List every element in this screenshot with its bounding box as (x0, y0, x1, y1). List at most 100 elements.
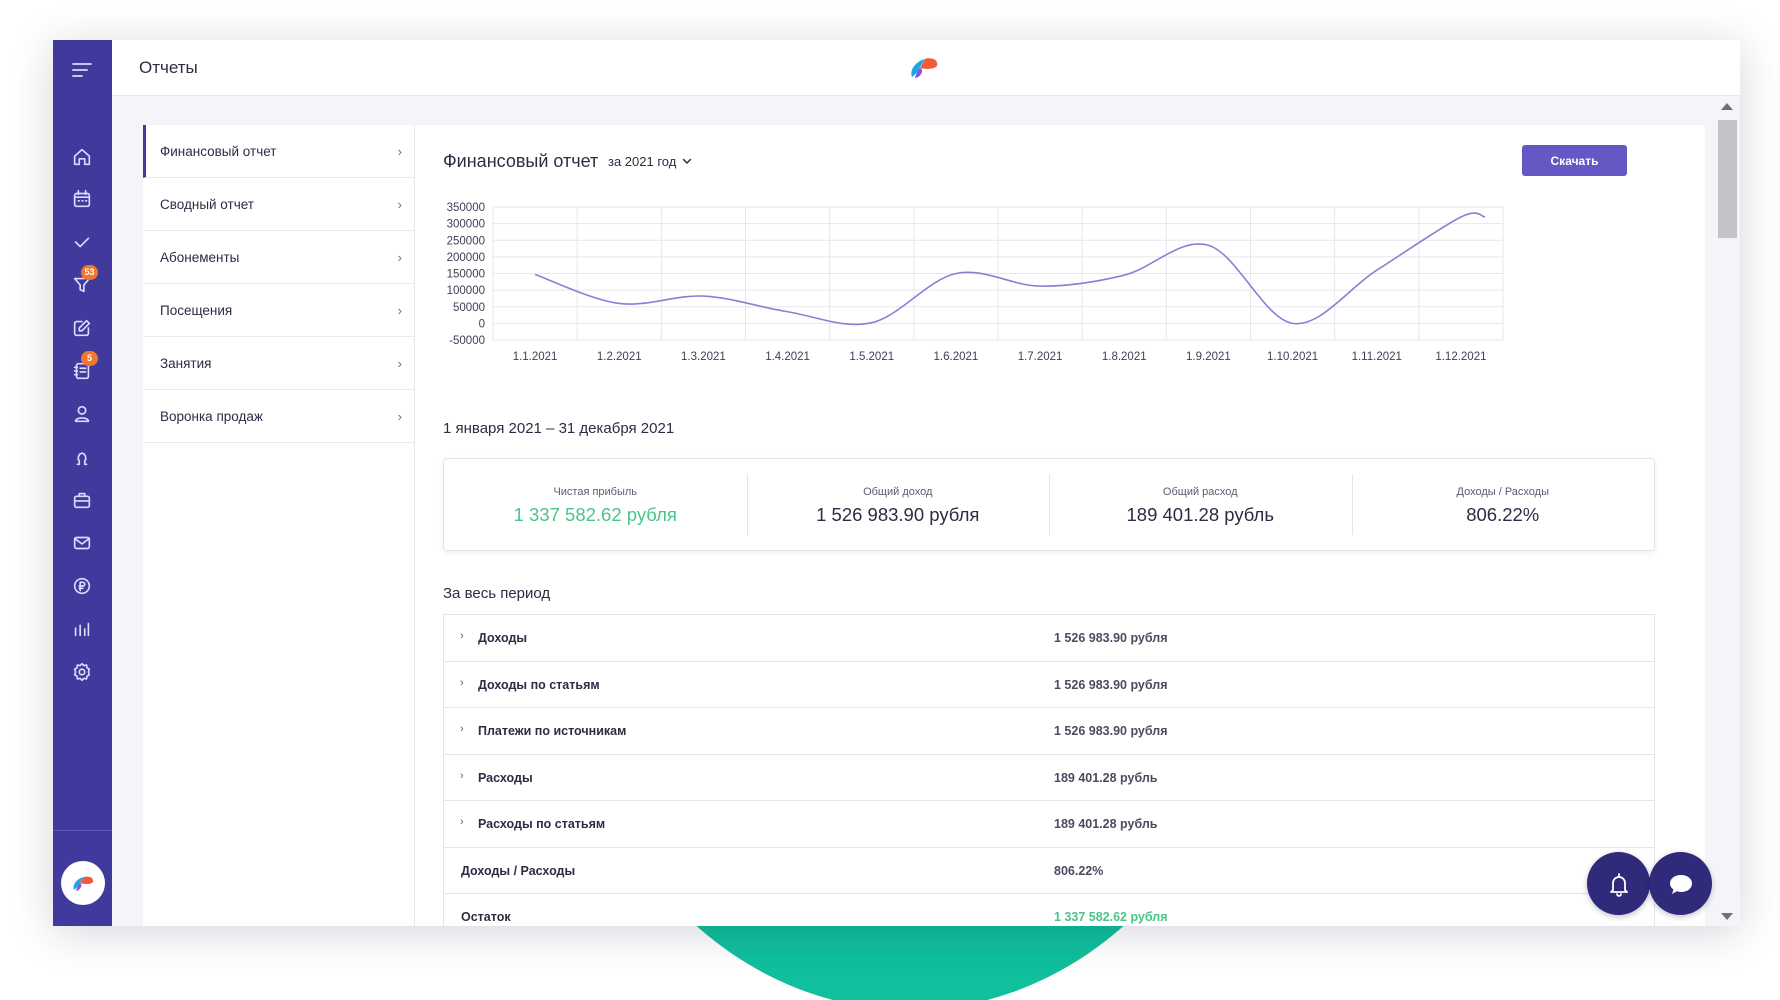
scrollbar-thumb[interactable] (1718, 120, 1737, 238)
chevron-right-icon: › (397, 409, 402, 424)
row-amount: 189 401.28 рубль (1054, 770, 1158, 785)
top-bar: Отчеты (112, 40, 1740, 96)
section-title: За весь период (443, 585, 551, 602)
summary-value: 189 401.28 рубль (1126, 504, 1274, 525)
submenu-item-classes[interactable]: Занятия › (143, 337, 414, 390)
user-icon[interactable] (70, 402, 94, 426)
summary-caption: Доходы / Расходы (1456, 486, 1549, 498)
scroll-down-arrow-icon[interactable] (1721, 913, 1733, 920)
submenu-item-label: Абонементы (160, 249, 240, 265)
app-window: 53 5 Отчеты Финансовый отчет › Сводный о… (53, 40, 1740, 926)
submenu-item-visits[interactable]: Посещения › (143, 284, 414, 337)
table-row-expenses[interactable]: › Расходы 189 401.28 рубль (444, 755, 1654, 801)
calendar-icon[interactable] (70, 187, 94, 211)
chevron-right-icon: › (397, 144, 402, 159)
app-logo[interactable] (61, 861, 105, 905)
x-tick-label: 1.1.2021 (513, 351, 558, 363)
summary-value: 1 337 582.62 рубля (513, 504, 677, 525)
rail-divider (53, 830, 112, 831)
y-tick-label: 200000 (447, 252, 485, 264)
y-tick-label: -50000 (449, 335, 485, 347)
x-tick-label: 1.6.2021 (934, 351, 979, 363)
table-row-balance: Остаток 1 337 582.62 рубля (444, 894, 1654, 926)
notifications-button[interactable] (1587, 852, 1650, 915)
y-tick-label: 100000 (447, 285, 485, 297)
submenu-item-label: Занятия (160, 355, 212, 371)
ruble-icon[interactable] (70, 574, 94, 598)
report-title: Финансовый отчет (443, 151, 599, 171)
x-tick-label: 1.8.2021 (1102, 351, 1147, 363)
chat-bubble-icon (1669, 874, 1692, 894)
chevron-right-icon: › (460, 676, 464, 689)
chevron-right-icon: › (397, 356, 402, 371)
summary-total-expense: Общий расход 189 401.28 рубль (1049, 459, 1352, 550)
scrollbar[interactable] (1715, 96, 1740, 926)
submenu-item-sales-funnel[interactable]: Воронка продаж › (143, 390, 414, 443)
check-icon[interactable] (70, 230, 94, 254)
chevron-right-icon: › (397, 197, 402, 212)
download-button[interactable]: Скачать (1522, 145, 1627, 176)
row-amount: 189 401.28 рубль (1054, 817, 1158, 831)
date-range: 1 января 2021 – 31 декабря 2021 (443, 420, 675, 437)
row-amount: 1 526 983.90 рубля (1054, 677, 1168, 692)
x-tick-label: 1.3.2021 (681, 351, 726, 363)
bar-chart-icon[interactable] (70, 617, 94, 641)
chat-button[interactable] (1649, 852, 1712, 915)
table-row-expenses-by-items[interactable]: › Расходы по статьям 189 401.28 рубль (444, 801, 1654, 848)
summary-card: Чистая прибыль 1 337 582.62 рубля Общий … (443, 458, 1655, 551)
brand-logo-icon (911, 58, 938, 78)
x-tick-label: 1.2.2021 (597, 351, 642, 363)
financial-line-chart: 350000 300000 250000 200000 150000 100000 5000… (447, 202, 1504, 363)
screen: 53 5 Отчеты Финансовый отчет › Сводный о… (0, 0, 1780, 1000)
submenu-item-subscriptions[interactable]: Абонементы › (143, 231, 414, 284)
x-tick-label: 1.10.2021 (1267, 351, 1318, 363)
menu-icon[interactable] (70, 60, 94, 80)
edit-icon[interactable] (70, 316, 94, 340)
row-amount: 1 526 983.90 рубля (1054, 724, 1168, 738)
briefcase-icon[interactable] (70, 488, 94, 512)
settings-icon[interactable] (70, 660, 94, 684)
y-tick-label: 250000 (447, 235, 485, 247)
y-tick-label: 350000 (447, 202, 485, 214)
row-amount: 1 526 983.90 рубля (1054, 631, 1168, 645)
chevron-right-icon: › (397, 250, 402, 265)
x-tick-label: 1.4.2021 (765, 351, 810, 363)
chevron-down-icon (683, 158, 692, 165)
scroll-up-arrow-icon[interactable] (1721, 103, 1733, 110)
chevron-right-icon: › (397, 303, 402, 318)
chevron-right-icon: › (460, 630, 464, 642)
horseshoe-icon[interactable] (70, 445, 94, 469)
x-tick-label: 1.12.2021 (1435, 351, 1486, 363)
table-row-income-by-items[interactable]: › Доходы по статьям 1 526 983.90 рубля (444, 662, 1654, 708)
chevron-right-icon: › (460, 816, 464, 828)
row-label: Расходы по статьям (478, 817, 606, 831)
row-label: Доходы (478, 631, 528, 645)
x-tick-label: 1.5.2021 (849, 351, 894, 363)
y-tick-label: 50000 (453, 302, 485, 314)
period-dropdown[interactable]: за 2021 год (608, 154, 692, 169)
submenu-item-financial[interactable]: Финансовый отчет › (143, 125, 414, 178)
chevron-right-icon: › (460, 769, 464, 782)
table-row-income[interactable]: › Доходы 1 526 983.90 рубля (444, 615, 1654, 662)
logo-mark-icon (73, 876, 94, 891)
x-tick-label: 1.11.2021 (1352, 351, 1402, 363)
submenu-item-label: Сводный отчет (160, 196, 254, 212)
row-label: Доходы / Расходы (461, 863, 576, 878)
summary-caption: Общий доход (863, 486, 933, 498)
journal-badge: 5 (81, 351, 98, 366)
table-row-payments-by-source[interactable]: › Платежи по источникам 1 526 983.90 руб… (444, 708, 1654, 755)
y-tick-label: 150000 (447, 269, 485, 281)
summary-caption: Чистая прибыль (553, 486, 638, 498)
submenu-item-summary[interactable]: Сводный отчет › (143, 178, 414, 231)
summary-value: 806.22% (1466, 504, 1540, 525)
row-amount: 806.22% (1054, 863, 1104, 878)
row-label: Доходы по статьям (478, 677, 600, 692)
summary-value: 1 526 983.90 рубля (816, 504, 980, 525)
row-amount: 1 337 582.62 рубля (1054, 910, 1168, 924)
mail-icon[interactable] (70, 531, 94, 555)
home-icon[interactable] (70, 145, 94, 169)
submenu-item-label: Посещения (160, 302, 233, 318)
y-tick-label: 300000 (447, 219, 485, 231)
report-panel: Финансовый отчет за 2021 год Скачать 350… (415, 125, 1705, 926)
bell-icon (1609, 872, 1628, 897)
